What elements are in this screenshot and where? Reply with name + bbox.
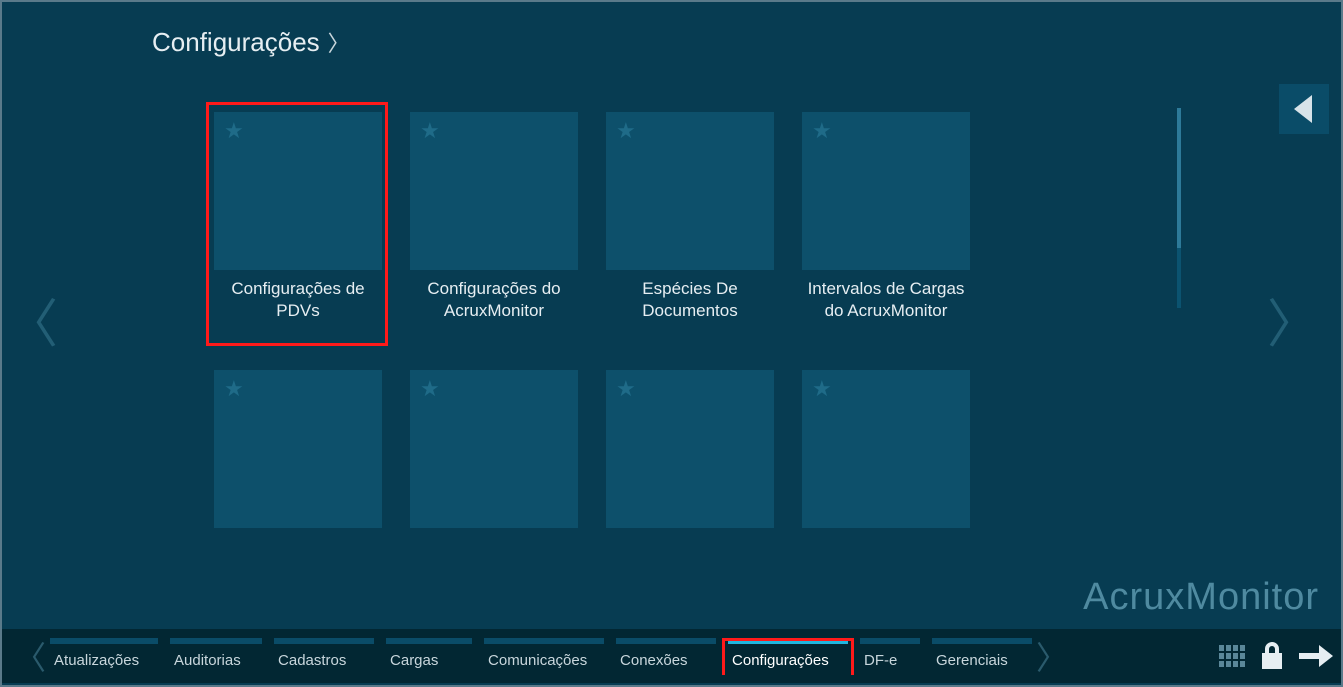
breadcrumb-title: Configurações (152, 27, 320, 58)
tile-label: Espécies De Documentos (604, 278, 776, 322)
tile-r1-2: ★ Espécies De Documentos (604, 112, 776, 322)
tile-r2-3: ★ (800, 370, 972, 580)
tile-button[interactable]: ★ (214, 112, 382, 270)
star-icon: ★ (812, 118, 832, 144)
lock-icon[interactable] (1259, 641, 1285, 671)
tab-cadastros[interactable]: Cadastros (274, 638, 374, 675)
star-icon: ★ (420, 118, 440, 144)
tab-auditorias[interactable]: Auditorias (170, 638, 262, 675)
tab-comunicações[interactable]: Comunicações (484, 638, 604, 675)
tab-cargas[interactable]: Cargas (386, 638, 472, 675)
forward-arrow-icon[interactable] (1299, 643, 1333, 669)
tab-atualizações[interactable]: Atualizações (50, 638, 158, 675)
tile-label: Configurações de PDVs (212, 278, 384, 322)
tile-grid: ★ Configurações de PDVs ★ Configurações do … (212, 112, 972, 580)
tile-r1-1: ★ Configurações do AcruxMonitor (408, 112, 580, 322)
tab-df-e[interactable]: DF-e (860, 638, 920, 675)
breadcrumb: Configurações 〉 (152, 26, 350, 58)
tile-button[interactable]: ★ (606, 370, 774, 528)
tile-button[interactable]: ★ (410, 112, 578, 270)
star-icon: ★ (616, 118, 636, 144)
star-icon: ★ (420, 376, 440, 402)
tile-label: Intervalos de Cargas do AcruxMonitor (800, 278, 972, 322)
chevron-right-icon: 〉 (328, 26, 350, 58)
tabs-scroll-left[interactable]: 〈 (10, 633, 50, 679)
scroll-left-button[interactable]: 〈 (6, 282, 58, 357)
apps-grid-icon[interactable] (1219, 645, 1245, 667)
tab-conexões[interactable]: Conexões (616, 638, 716, 675)
tab-configurações[interactable]: Configurações (728, 638, 848, 675)
vertical-scrollbar[interactable] (1177, 108, 1181, 308)
tile-r2-0: ★ (212, 370, 384, 580)
tile-r2-2: ★ (604, 370, 776, 580)
tile-button[interactable]: ★ (606, 112, 774, 270)
bottom-nav: 〈 Atualizações Auditorias Cadastros Cargas C… (2, 629, 1341, 683)
tile-button[interactable]: ★ (802, 370, 970, 528)
star-icon: ★ (224, 376, 244, 402)
star-icon: ★ (812, 376, 832, 402)
tile-label: Configurações do AcruxMonitor (408, 278, 580, 322)
tile-button[interactable]: ★ (214, 370, 382, 528)
brand-watermark: AcruxMonitor (1083, 576, 1319, 619)
star-icon: ★ (224, 118, 244, 144)
tile-r1-3: ★ Intervalos de Cargas do AcruxMonitor (800, 112, 972, 322)
back-button[interactable] (1279, 84, 1329, 134)
tab-gerenciais[interactable]: Gerenciais (932, 638, 1032, 675)
star-icon: ★ (616, 376, 636, 402)
tile-button[interactable]: ★ (410, 370, 578, 528)
tabs-scroll-right[interactable]: 〉 (1032, 633, 1072, 679)
tile-r1-0: ★ Configurações de PDVs (212, 112, 384, 322)
tile-button[interactable]: ★ (802, 112, 970, 270)
tile-r2-1: ★ (408, 370, 580, 580)
scroll-right-button[interactable]: 〉 (1267, 282, 1319, 357)
